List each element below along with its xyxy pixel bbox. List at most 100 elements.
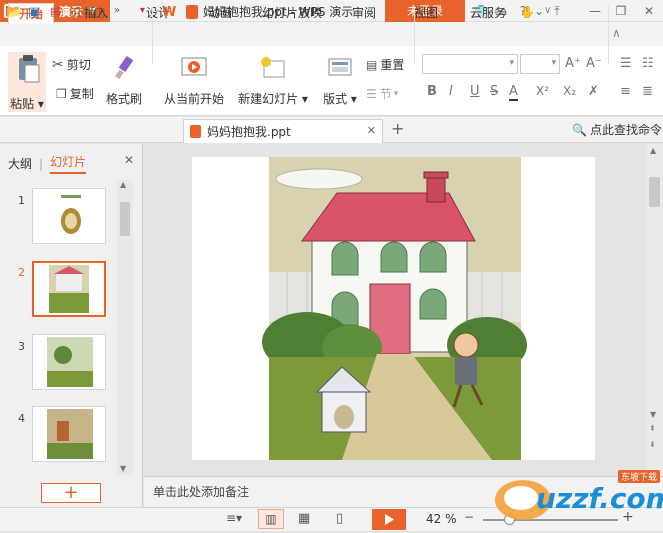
- print-preview-icon[interactable]: ◫: [94, 5, 110, 21]
- chevron-down-icon: ▾: [551, 58, 556, 68]
- scroll-down-icon[interactable]: ▼: [120, 464, 126, 473]
- paste-button[interactable]: 粘贴 ▾: [8, 52, 46, 112]
- tab-slideshow[interactable]: 幻灯片放映: [252, 3, 332, 24]
- ribbon-divider: [608, 6, 609, 64]
- slide-sorter-icon[interactable]: ▦: [298, 511, 310, 526]
- command-search[interactable]: 🔍 点此查找命令: [572, 121, 662, 138]
- align-center-icon[interactable]: ≣: [642, 84, 653, 99]
- section-label: 节: [379, 87, 392, 101]
- reset-button[interactable]: ▤ 重置: [366, 56, 404, 73]
- scroll-up-icon[interactable]: ▲: [650, 146, 656, 155]
- ppt-file-icon: [190, 125, 201, 138]
- canvas-scrollbar[interactable]: ▲ ▼ ⇞ ⇟: [646, 144, 663, 476]
- slide-thumbnail[interactable]: [32, 406, 106, 462]
- slide-number: 1: [18, 194, 25, 207]
- cut-button[interactable]: ✂ 剪切: [52, 56, 91, 73]
- new-slide-icon: [261, 57, 285, 78]
- slide-thumbnail[interactable]: [32, 334, 106, 390]
- tab-outline[interactable]: 大纲: [8, 155, 32, 172]
- open-folder-icon[interactable]: 📂: [6, 5, 22, 21]
- section-icon: ☰: [366, 86, 377, 101]
- play-icon: [385, 514, 394, 525]
- next-slide-icon[interactable]: ⇟: [649, 440, 656, 449]
- pdf-icon[interactable]: ▤: [50, 5, 66, 21]
- add-slide-button[interactable]: +: [41, 483, 101, 503]
- ribbon-divider: [414, 6, 415, 64]
- layout-icon: [328, 58, 352, 76]
- reading-view-icon[interactable]: ▯: [336, 511, 343, 526]
- paste-label: 粘贴: [10, 97, 35, 111]
- slide-illustration: [262, 157, 527, 460]
- font-name-select[interactable]: ▾: [422, 54, 518, 74]
- format-painter-label: 格式刷: [105, 92, 142, 106]
- font-size-select[interactable]: ▾: [520, 54, 560, 74]
- scroll-down-icon[interactable]: ▼: [650, 410, 656, 419]
- save-icon[interactable]: ▣: [28, 5, 44, 21]
- superscript-button[interactable]: X²: [536, 84, 549, 98]
- thumbnail-scrollbar[interactable]: ▲ ▼: [117, 180, 133, 475]
- font-color-button[interactable]: A: [509, 84, 518, 101]
- clear-format-button[interactable]: ✗: [588, 84, 599, 99]
- hand-icon[interactable]: ✋: [520, 5, 536, 21]
- from-current-button[interactable]: 从当前开始: [160, 55, 228, 107]
- normal-view-icon[interactable]: ▥: [258, 509, 284, 529]
- close-icon[interactable]: ✕: [640, 2, 658, 20]
- from-current-label: 从当前开始: [163, 92, 224, 106]
- slide-number: 3: [18, 340, 25, 353]
- more-icon[interactable]: »: [114, 5, 130, 21]
- document-tab[interactable]: 妈妈抱抱我.ppt ✕: [183, 119, 383, 143]
- shrink-font-icon[interactable]: A⁻: [586, 56, 602, 71]
- scroll-up-icon[interactable]: ▲: [120, 180, 126, 189]
- previous-slide-icon[interactable]: ⇞: [649, 424, 656, 433]
- close-icon[interactable]: ✕: [367, 124, 376, 137]
- new-slide-label: 新建幻灯片: [238, 92, 299, 106]
- section-button[interactable]: ☰ 节 ▾: [366, 85, 398, 102]
- strikethrough-button[interactable]: S: [490, 84, 498, 99]
- slide-2-preview: [34, 263, 104, 315]
- tab-view[interactable]: 视图: [404, 3, 448, 24]
- zoom-out-icon[interactable]: −: [464, 510, 474, 524]
- italic-button[interactable]: I: [449, 84, 453, 99]
- tab-animation[interactable]: 动画: [198, 3, 242, 24]
- tab-review[interactable]: 审阅: [342, 3, 386, 24]
- slideshow-play-button[interactable]: [372, 509, 406, 530]
- scroll-thumb[interactable]: [649, 177, 660, 207]
- slide-number: 2: [18, 266, 25, 279]
- subscript-button[interactable]: X₂: [563, 84, 576, 98]
- format-painter-button[interactable]: 格式刷: [104, 55, 144, 107]
- new-slide-button[interactable]: 新建幻灯片 ▾: [238, 55, 308, 107]
- bullet-list-icon[interactable]: ☰: [620, 56, 632, 71]
- undo-icon[interactable]: ▾: [140, 5, 156, 21]
- pane-tabs: 大纲 | 幻灯片: [8, 153, 87, 174]
- site-watermark: uzzf.com 东坡下载: [488, 462, 663, 524]
- command-search-label: 点此查找命令: [589, 123, 662, 137]
- underline-button[interactable]: U: [470, 84, 480, 99]
- ribbon-collapse-icon[interactable]: ∧: [612, 26, 621, 40]
- slideshow-play-icon: [181, 57, 207, 76]
- align-left-icon[interactable]: ≡: [620, 84, 631, 99]
- close-pane-icon[interactable]: ✕: [124, 153, 134, 167]
- chevron-down-icon[interactable]: ∨: [544, 5, 560, 21]
- restore-icon[interactable]: ❐: [612, 2, 630, 20]
- slide-thumbnail[interactable]: [32, 188, 106, 244]
- slide-thumbnail-selected[interactable]: [32, 261, 106, 317]
- tab-slides[interactable]: 幻灯片: [50, 153, 87, 174]
- layout-label: 版式: [323, 92, 348, 106]
- print-icon[interactable]: ⎙: [72, 5, 88, 21]
- layout-button[interactable]: 版式 ▾: [320, 55, 360, 107]
- current-slide[interactable]: [192, 157, 595, 460]
- ppt-file-icon: [186, 4, 198, 19]
- minimize-icon[interactable]: —: [586, 2, 604, 20]
- zoom-level[interactable]: 42 %: [426, 512, 457, 526]
- chevron-down-icon: ▾: [509, 58, 514, 68]
- copy-button[interactable]: ❐ 复制: [56, 85, 94, 102]
- grow-font-icon[interactable]: A⁺: [565, 56, 581, 71]
- numbered-list-icon[interactable]: ☷: [642, 56, 654, 71]
- new-tab-icon[interactable]: +: [391, 119, 404, 138]
- scroll-thumb[interactable]: [120, 202, 130, 236]
- wps-w-icon[interactable]: W: [162, 5, 178, 21]
- slide-number: 4: [18, 412, 25, 425]
- view-options-icon[interactable]: ≡▾: [226, 511, 242, 525]
- bold-button[interactable]: B: [427, 84, 437, 99]
- pin-icon[interactable]: ⤫: [496, 5, 512, 21]
